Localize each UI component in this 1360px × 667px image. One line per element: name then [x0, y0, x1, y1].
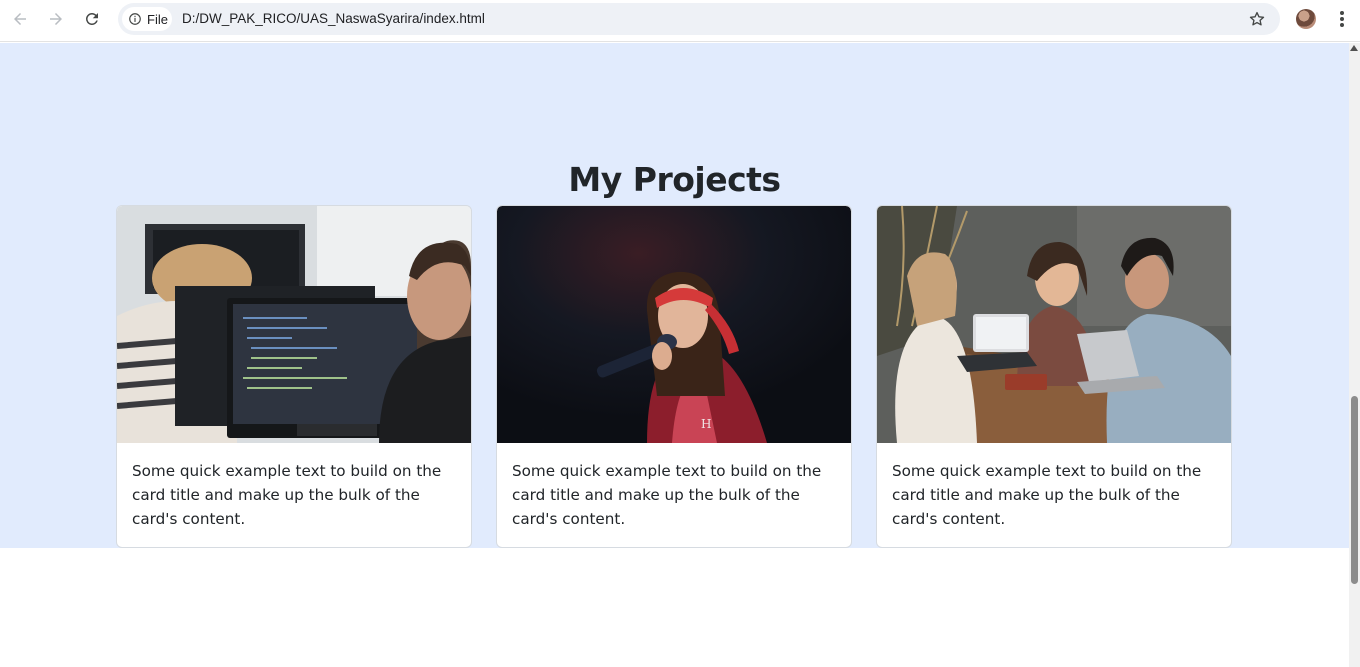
reload-button[interactable] [79, 7, 105, 31]
url-text[interactable]: D:/DW_PAK_RICO/UAS_NaswaSyarira/index.ht… [182, 11, 485, 26]
programmers-at-computers-photo [117, 206, 471, 443]
arrow-left-icon [14, 13, 26, 25]
back-button[interactable] [7, 7, 33, 31]
kebab-menu-icon[interactable] [1334, 9, 1350, 29]
page-viewport: My Projects Some quick example text to b… [0, 43, 1349, 667]
svg-text:H: H [701, 417, 711, 431]
page-scrollbar[interactable] [1349, 43, 1360, 667]
address-bar[interactable]: File D:/DW_PAK_RICO/UAS_NaswaSyarira/ind… [118, 3, 1280, 35]
arrow-right-icon [50, 13, 62, 25]
singer-with-microphone-photo: H [497, 206, 851, 443]
project-card: Some quick example text to build on the … [116, 205, 472, 548]
star-icon[interactable] [1248, 10, 1266, 28]
projects-section: My Projects Some quick example text to b… [0, 43, 1349, 548]
info-icon [129, 13, 141, 25]
browser-toolbar: File D:/DW_PAK_RICO/UAS_NaswaSyarira/ind… [0, 0, 1360, 42]
card-text: Some quick example text to build on the … [892, 462, 1202, 528]
card-text: Some quick example text to build on the … [132, 462, 442, 528]
site-chip-label: File [147, 11, 168, 27]
site-info-chip[interactable]: File [122, 7, 172, 31]
scrollbar-thumb[interactable] [1351, 396, 1358, 584]
forward-button[interactable] [43, 7, 69, 31]
project-card: Some quick example text to build on the … [876, 205, 1232, 548]
friends-laughing-at-cafe-photo [877, 206, 1231, 443]
section-heading: My Projects [568, 160, 781, 199]
project-card: H Some quick example text to build on th… [496, 205, 852, 548]
reload-icon [85, 12, 98, 25]
scroll-up-arrow-icon[interactable] [1350, 45, 1358, 51]
card-text: Some quick example text to build on the … [512, 462, 822, 528]
avatar[interactable] [1296, 9, 1316, 29]
